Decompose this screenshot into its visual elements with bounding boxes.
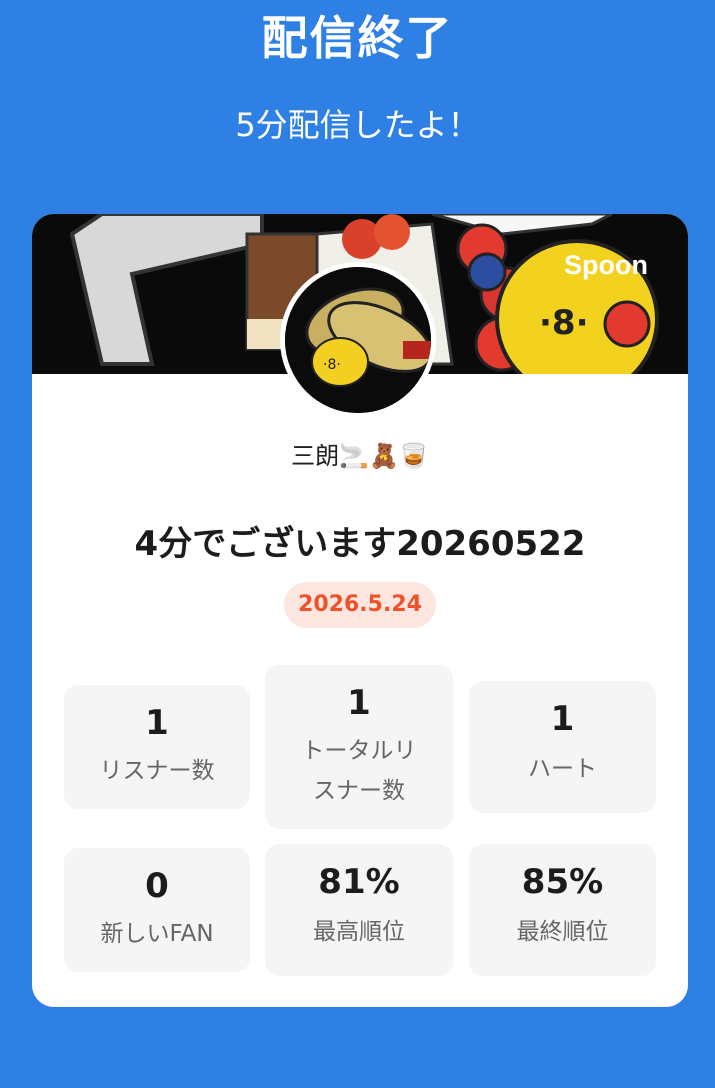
stat-listeners: 1 リスナー数 (64, 685, 250, 809)
broadcast-summary-card: ·8· Spoon ·8· 三朗🚬🧸🥃 4分でございます20260522 202… (32, 214, 688, 1007)
stat-peak-rank: 81% 最高順位 (265, 844, 453, 976)
svg-text:·8·: ·8· (323, 357, 341, 373)
stat-label: 最高順位 (313, 919, 405, 945)
page-subtitle: 5分配信したよ！ (235, 106, 480, 144)
stat-value: 0 (145, 866, 169, 906)
stat-final-rank: 85% 最終順位 (469, 844, 656, 976)
stream-title: 4分でございます20260522 (134, 524, 586, 564)
stat-value: 1 (550, 699, 575, 739)
stat-label-line2: スナー数 (313, 778, 405, 804)
stat-value: 1 (145, 703, 169, 743)
stat-value: 85% (521, 862, 604, 902)
spoon-logo: Spoon (564, 250, 648, 280)
stat-hearts: 1 ハート (469, 681, 656, 813)
stat-label-line1: トータルリ (301, 738, 417, 764)
date-badge: 2026.5.24 (284, 582, 436, 628)
stat-value: 81% (318, 862, 400, 902)
stat-label: 新しいFAN (100, 921, 214, 947)
stat-label: リスナー数 (99, 758, 215, 784)
stat-new-fans: 0 新しいFAN (64, 848, 250, 972)
stat-label: 最終順位 (516, 919, 609, 945)
avatar-image: ·8· (285, 267, 431, 413)
stat-value: 1 (347, 683, 371, 723)
username: 三朗🚬🧸🥃 (291, 442, 429, 470)
avatar[interactable]: ·8· (280, 262, 436, 418)
stat-total-listeners: 1 トータルリ スナー数 (265, 665, 453, 829)
svg-text:·8·: ·8· (539, 303, 589, 343)
stat-label: ハート (528, 756, 597, 782)
page-title: 配信終了 (261, 11, 454, 65)
